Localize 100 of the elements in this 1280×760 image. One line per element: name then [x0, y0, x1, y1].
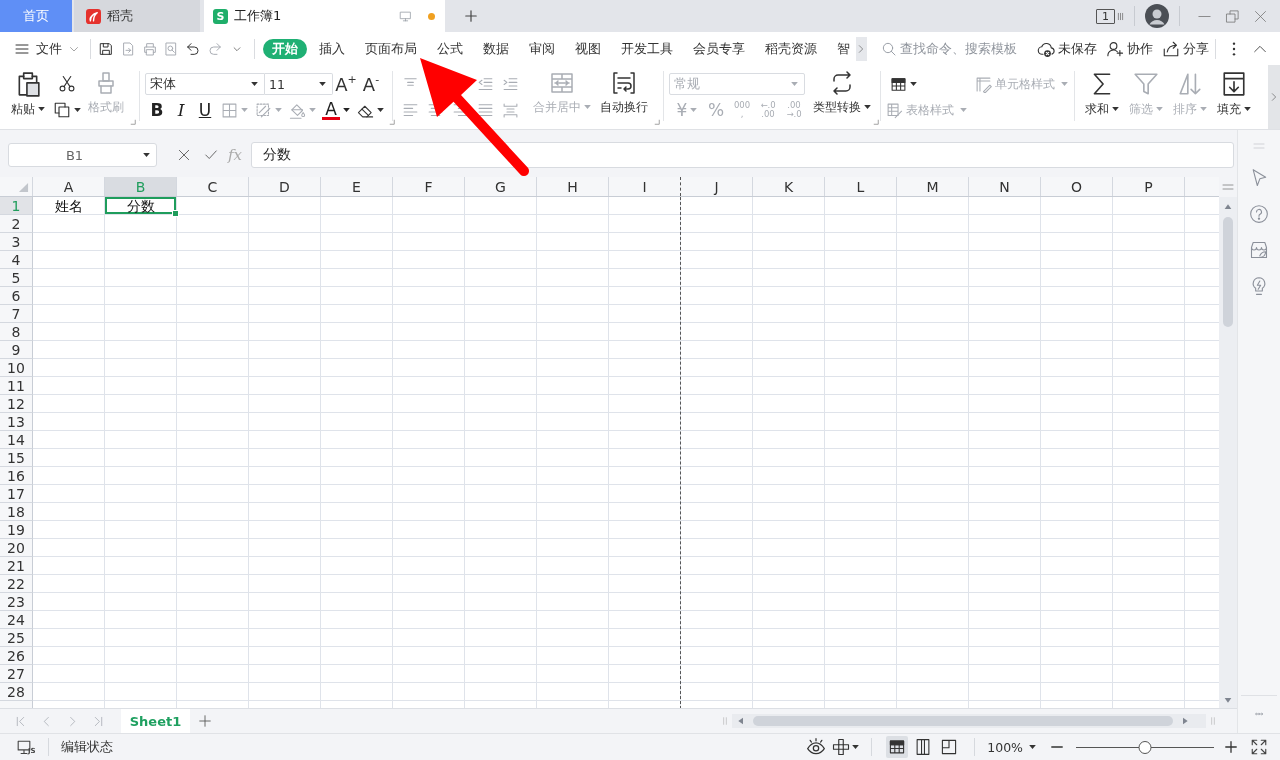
row-header[interactable]: 8 — [0, 323, 33, 341]
font-color-button[interactable]: A — [319, 100, 353, 120]
new-tab-icon[interactable] — [464, 9, 478, 23]
fill-button[interactable]: 填充 — [1212, 65, 1256, 129]
row-header[interactable]: 14 — [0, 431, 33, 449]
bold-button[interactable]: B — [145, 100, 169, 120]
increase-font-size-button[interactable]: A$^{+}$ — [334, 73, 358, 95]
save-status-button[interactable]: 未保存 — [1037, 39, 1098, 58]
row-header[interactable]: 25 — [0, 629, 33, 647]
ribbon-tab[interactable]: 公式 — [426, 38, 473, 59]
restore-icon[interactable] — [1225, 8, 1240, 24]
row-header[interactable]: 7 — [0, 305, 33, 323]
row-header[interactable]: 21 — [0, 557, 33, 575]
cross-icon[interactable] — [832, 738, 851, 756]
row-header[interactable]: 27 — [0, 665, 33, 683]
paste-button[interactable]: 粘贴 — [8, 65, 48, 129]
cell-grid[interactable]: A B C D E F G H I J K L M N O P 1 姓名 分数 2 3 4 5 6 7 8 9 10 11 12 13 14 15 16 17 18 19 20 21 22 23 24 25 26 27 28 — [0, 177, 1219, 708]
column-header[interactable]: H — [537, 177, 609, 196]
table-cell[interactable]: 分数 — [105, 197, 177, 215]
scroll-right-icon[interactable] — [1181, 717, 1189, 725]
column-header[interactable]: I — [609, 177, 681, 196]
collaborate-button[interactable]: 协作 — [1106, 39, 1154, 58]
row-header[interactable]: 17 — [0, 485, 33, 503]
ribbon-tab[interactable]: 开发工具 — [610, 38, 683, 59]
scroll-tabs-button[interactable] — [855, 36, 868, 61]
caret-icon[interactable] — [909, 82, 917, 86]
slider-thumb[interactable] — [1138, 740, 1152, 754]
ribbon-tab[interactable]: 视图 — [564, 38, 611, 59]
scroll-thumb[interactable] — [753, 716, 1173, 726]
document-tab[interactable]: S 工作簿1 — [204, 0, 445, 32]
first-sheet-icon[interactable] — [15, 714, 26, 728]
decrease-font-size-button[interactable]: A$^{-}$ — [359, 73, 383, 95]
row-header[interactable]: 4 — [0, 251, 33, 269]
cancel-icon[interactable] — [177, 148, 191, 162]
caret-icon[interactable] — [74, 108, 81, 112]
column-header[interactable]: D — [249, 177, 321, 196]
scroll-up-icon[interactable] — [1224, 203, 1232, 211]
file-menu-button[interactable]: 文件 — [10, 39, 84, 58]
vertical-scrollbar[interactable] — [1219, 197, 1237, 708]
ribbon-tab[interactable]: 页面布局 — [354, 38, 427, 59]
dialog-launcher-icon[interactable] — [873, 119, 879, 125]
row-header[interactable]: 19 — [0, 521, 33, 539]
ribbon-tab[interactable]: 智 — [826, 38, 860, 59]
column-header[interactable]: E — [321, 177, 393, 196]
column-header[interactable]: G — [465, 177, 537, 196]
ribbon-tab[interactable]: 稻壳资源 — [754, 38, 827, 59]
caret-icon[interactable] — [376, 108, 384, 112]
ribbon-tab[interactable]: 会员专享 — [682, 38, 755, 59]
split-handle-icon[interactable] — [1222, 181, 1234, 193]
dialog-launcher-icon[interactable] — [389, 119, 395, 125]
previous-sheet-icon[interactable] — [41, 714, 52, 728]
document-tab[interactable]: 稻壳 — [74, 0, 200, 32]
type-convert-button[interactable]: 类型转换 — [813, 65, 871, 129]
monitor-icon[interactable] — [399, 9, 412, 23]
column-header[interactable]: C — [177, 177, 249, 196]
undo-icon[interactable] — [185, 40, 202, 57]
check-icon[interactable] — [204, 148, 218, 162]
column-header[interactable]: L — [825, 177, 897, 196]
save-icon[interactable] — [97, 40, 114, 57]
split-handle-icon[interactable] — [1209, 714, 1217, 728]
font-name-select[interactable]: 宋体 — [145, 73, 265, 95]
window-count-button[interactable]: 1 — [1096, 8, 1115, 24]
row-header[interactable]: 12 — [0, 395, 33, 413]
row-header[interactable]: 13 — [0, 413, 33, 431]
fill-handle-icon[interactable] — [172, 210, 179, 217]
ribbon-tab[interactable]: 审阅 — [518, 38, 565, 59]
dialog-launcher-icon[interactable] — [654, 119, 660, 125]
scroll-thumb[interactable] — [1223, 217, 1233, 327]
scroll-left-icon[interactable] — [737, 717, 745, 725]
column-header[interactable]: J — [681, 177, 753, 196]
horizontal-scrollbar[interactable] — [732, 714, 1206, 728]
column-header[interactable]: K — [753, 177, 825, 196]
split-handle-icon[interactable] — [721, 714, 729, 728]
normal-view-icon[interactable] — [886, 736, 909, 758]
row-header[interactable]: 20 — [0, 539, 33, 557]
row-header[interactable]: 24 — [0, 611, 33, 629]
row-header[interactable]: 3 — [0, 233, 33, 251]
ribbon-tab[interactable]: 插入 — [308, 38, 355, 59]
last-sheet-icon[interactable] — [93, 714, 104, 728]
underline-button[interactable]: U — [193, 100, 217, 120]
column-header[interactable]: M — [897, 177, 969, 196]
row-header[interactable]: 26 — [0, 647, 33, 665]
wrap-text-button[interactable]: 自动换行 — [596, 65, 652, 129]
ribbon-tab[interactable]: 数据 — [472, 38, 519, 59]
help-icon[interactable] — [1249, 204, 1269, 224]
dialog-launcher-icon[interactable] — [130, 119, 136, 125]
sum-button[interactable]: 求和 — [1080, 65, 1124, 129]
row-header[interactable]: 28 — [0, 683, 33, 701]
next-sheet-icon[interactable] — [67, 714, 78, 728]
copy-icon[interactable] — [53, 101, 71, 119]
search-field[interactable]: 查找命令、搜索模板 — [900, 41, 1029, 56]
row-header[interactable]: 16 — [0, 467, 33, 485]
row-header[interactable]: 9 — [0, 341, 33, 359]
scissors-icon[interactable] — [58, 75, 76, 93]
table-grid-icon[interactable] — [889, 75, 907, 93]
close-icon[interactable] — [1253, 8, 1268, 24]
row-header[interactable]: 15 — [0, 449, 33, 467]
row-header[interactable]: 6 — [0, 287, 33, 305]
fullscreen-icon[interactable] — [1250, 738, 1268, 756]
formula-input[interactable]: 分数 — [251, 142, 1234, 168]
